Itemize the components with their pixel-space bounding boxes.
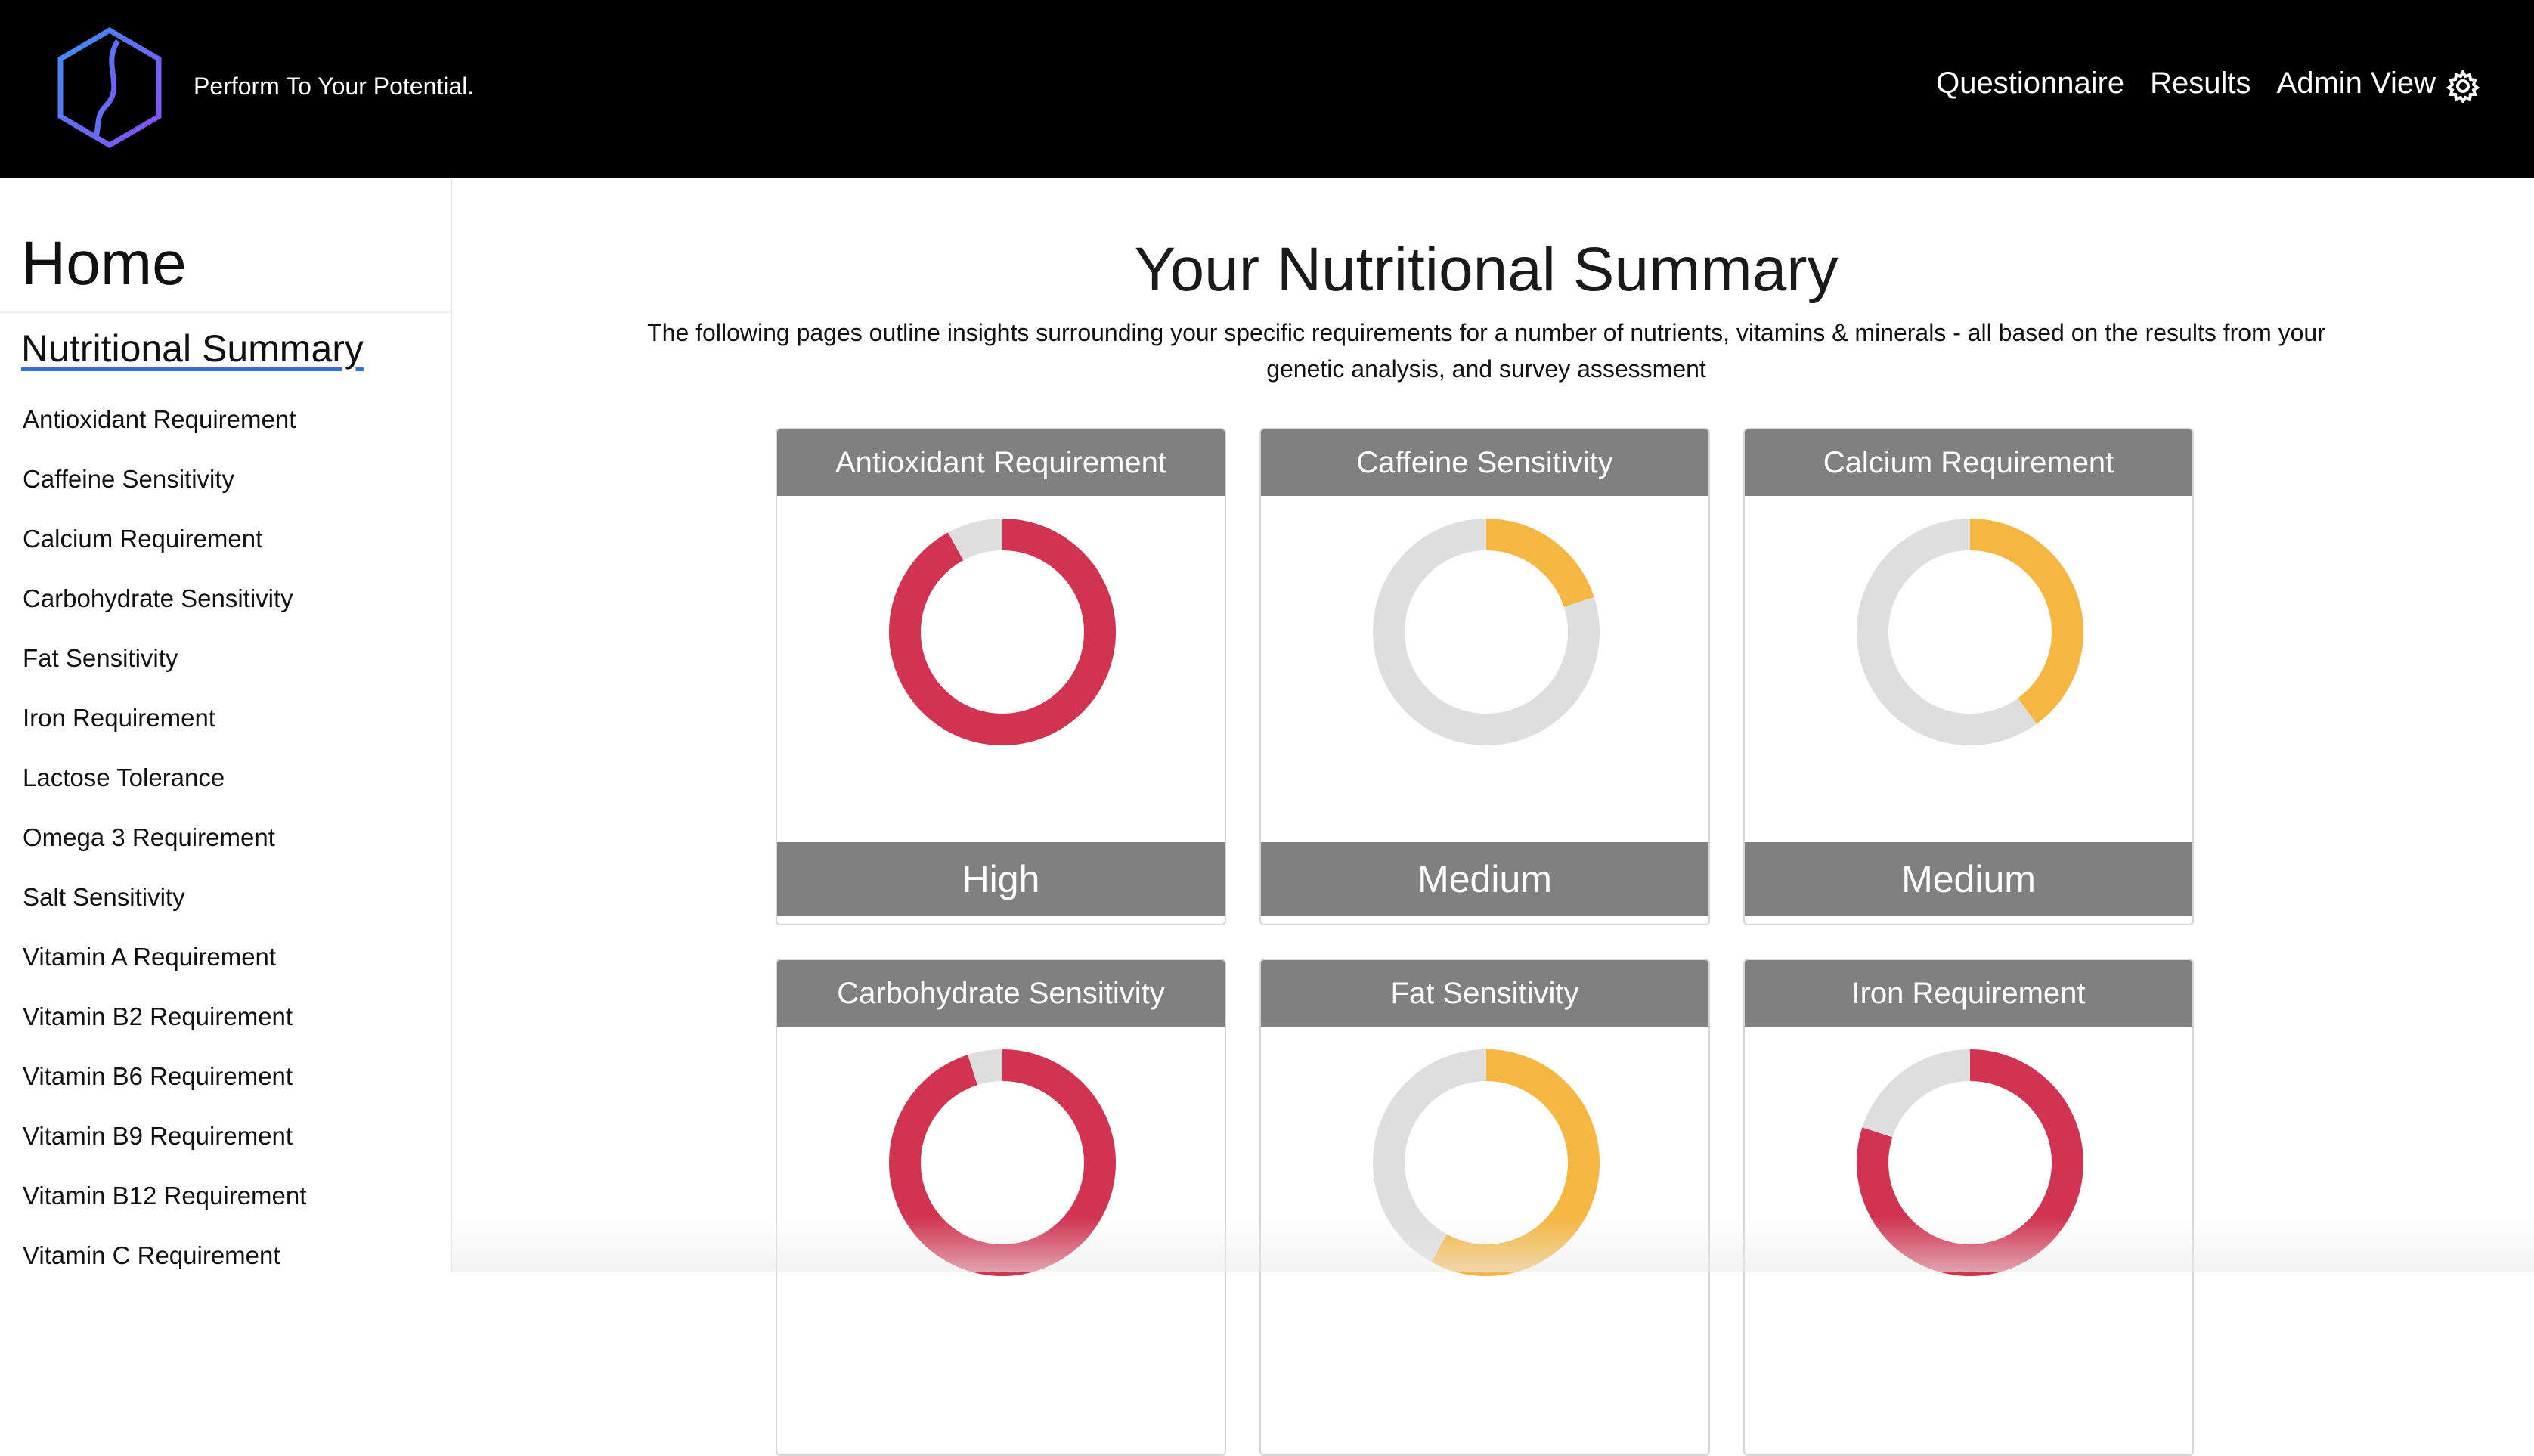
- sidebar: Home Nutritional Summary Antioxidant Req…: [0, 178, 452, 1272]
- level-donut-chart: [1857, 1049, 2083, 1276]
- summary-card[interactable]: Antioxidant Requirement High: [776, 428, 1226, 925]
- card-title: Carbohydrate Sensitivity: [777, 960, 1225, 1027]
- sidebar-item-vitamin-b6-requirement[interactable]: Vitamin B6 Requirement: [23, 1062, 306, 1122]
- page-title: Your Nutritional Summary: [1134, 235, 1839, 304]
- sidebar-item-vitamin-b9-requirement[interactable]: Vitamin B9 Requirement: [23, 1122, 306, 1182]
- tagline: Perform To Your Potential.: [194, 73, 475, 100]
- sidebar-section-nutritional-summary[interactable]: Nutritional Summary: [21, 327, 364, 370]
- sidebar-item-vitamin-b12-requirement[interactable]: Vitamin B12 Requirement: [23, 1182, 306, 1241]
- level-donut-chart: [1857, 519, 2083, 745]
- sidebar-item-iron-requirement[interactable]: Iron Requirement: [23, 704, 306, 764]
- sidebar-item-lactose-tolerance[interactable]: Lactose Tolerance: [23, 764, 306, 823]
- top-navbar: Perform To Your Potential. Questionnaire…: [0, 0, 2534, 178]
- sidebar-item-omega-3-requirement[interactable]: Omega 3 Requirement: [23, 823, 306, 883]
- card-title: Iron Requirement: [1745, 960, 2192, 1027]
- main-content: Your Nutritional Summary The following p…: [452, 178, 2534, 1456]
- sidebar-item-salt-sensitivity[interactable]: Salt Sensitivity: [23, 883, 306, 943]
- dna-logo-icon[interactable]: [56, 27, 163, 148]
- sidebar-item-antioxidant-requirement[interactable]: Antioxidant Requirement: [23, 405, 306, 465]
- sidebar-item-fat-sensitivity[interactable]: Fat Sensitivity: [23, 644, 306, 704]
- donut-level-arc: [889, 1049, 1116, 1276]
- donut-level-arc: [889, 519, 1116, 745]
- summary-card[interactable]: Iron Requirement: [1743, 959, 2194, 1456]
- level-donut-chart: [1373, 1049, 1600, 1276]
- sidebar-item-vitamin-c-requirement[interactable]: Vitamin C Requirement: [23, 1241, 306, 1272]
- sidebar-item-vitamin-b2-requirement[interactable]: Vitamin B2 Requirement: [23, 1002, 306, 1062]
- main-nav: Questionnaire Results Admin View: [1936, 67, 2436, 101]
- intro-text: The following pages outline insights sur…: [647, 319, 2325, 383]
- sidebar-home-title[interactable]: Home: [21, 228, 187, 299]
- sidebar-item-carbohydrate-sensitivity[interactable]: Carbohydrate Sensitivity: [23, 584, 306, 644]
- sidebar-item-caffeine-sensitivity[interactable]: Caffeine Sensitivity: [23, 465, 306, 525]
- summary-card[interactable]: Calcium Requirement Medium: [1743, 428, 2194, 925]
- nav-questionnaire[interactable]: Questionnaire: [1936, 67, 2124, 101]
- level-donut-chart: [889, 1049, 1116, 1276]
- card-title: Caffeine Sensitivity: [1261, 429, 1708, 496]
- level-donut-chart: [1373, 519, 1600, 745]
- sidebar-item-calcium-requirement[interactable]: Calcium Requirement: [23, 525, 306, 584]
- level-donut-chart: [889, 519, 1116, 745]
- nav-results[interactable]: Results: [2150, 67, 2251, 101]
- summary-card[interactable]: Carbohydrate Sensitivity: [776, 959, 1226, 1456]
- card-title: Calcium Requirement: [1745, 429, 2192, 496]
- summary-card[interactable]: Fat Sensitivity: [1259, 959, 1710, 1456]
- sidebar-item-vitamin-a-requirement[interactable]: Vitamin A Requirement: [23, 943, 306, 1002]
- summary-card[interactable]: Caffeine Sensitivity Medium: [1259, 428, 1710, 925]
- sidebar-divider: [0, 311, 451, 313]
- sidebar-list: Antioxidant Requirement Caffeine Sensiti…: [23, 405, 306, 1272]
- card-level: High: [777, 842, 1225, 916]
- nav-admin-view[interactable]: Admin View: [2277, 67, 2436, 101]
- card-level: Medium: [1745, 842, 2192, 916]
- gear-icon[interactable]: [2446, 70, 2480, 103]
- card-level: Medium: [1261, 842, 1708, 916]
- card-title: Antioxidant Requirement: [777, 429, 1225, 496]
- card-title: Fat Sensitivity: [1261, 960, 1708, 1027]
